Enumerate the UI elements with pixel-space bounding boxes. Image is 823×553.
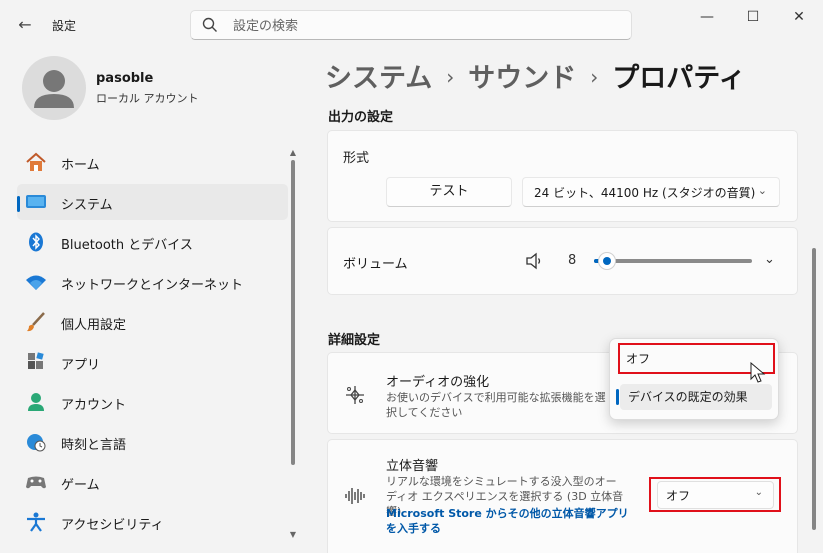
nav-item-system[interactable]: システム	[17, 184, 288, 220]
nav-item-home[interactable]: ホーム	[17, 144, 288, 180]
breadcrumb-system[interactable]: システム	[325, 63, 432, 94]
mouse-cursor-icon	[750, 362, 766, 383]
format-label: 形式	[343, 151, 370, 166]
selected-indicator	[17, 196, 20, 212]
person-icon	[34, 70, 74, 108]
nav-label: アクセシビリティ	[61, 518, 164, 533]
nav-item-personalization[interactable]: 個人用設定	[17, 304, 288, 340]
nav-label: 時刻と言語	[61, 438, 127, 453]
nav-item-bluetooth[interactable]: Bluetooth とデバイス	[17, 224, 288, 260]
bluetooth-icon	[29, 232, 43, 252]
audio-enhance-description: お使いのデバイスで利用可能な拡張機能を選択してください	[386, 391, 606, 419]
system-icon	[26, 195, 46, 208]
speaker-icon[interactable]	[525, 252, 543, 270]
nav-label: ゲーム	[61, 478, 100, 493]
nav-scrollbar-thumb[interactable]	[291, 160, 295, 465]
volume-slider-thumb[interactable]	[598, 253, 615, 269]
nav-label: Bluetooth とデバイス	[61, 238, 193, 253]
nav-label: ホーム	[61, 158, 100, 173]
breadcrumb-sound[interactable]: サウンド	[468, 63, 576, 94]
scroll-down-icon[interactable]: ▼	[289, 530, 297, 539]
section-title-advanced: 詳細設定	[328, 333, 381, 348]
chevron-down-icon[interactable]: ⌄	[764, 252, 775, 267]
maximize-button[interactable]: ☐	[730, 6, 776, 30]
user-name: pasoble	[96, 71, 154, 86]
accessibility-icon	[27, 512, 45, 532]
volume-label: ボリューム	[343, 257, 408, 272]
section-title-output: 出力の設定	[328, 110, 394, 125]
nav-item-accessibility[interactable]: アクセシビリティ	[17, 504, 288, 540]
search-icon	[202, 17, 217, 32]
nav-label: アカウント	[61, 398, 127, 413]
chevron-right-icon: ›	[446, 65, 455, 89]
chevron-down-icon: ⌄	[757, 184, 767, 197]
search-box[interactable]	[190, 10, 632, 40]
gamepad-icon	[26, 476, 46, 489]
format-dropdown[interactable]: 24 ビット、44100 Hz (スタジオの音質) ⌄	[522, 177, 780, 207]
sparkle-icon	[346, 386, 364, 404]
scroll-up-icon[interactable]: ▲	[289, 148, 297, 157]
avatar[interactable]	[22, 56, 86, 120]
nav-item-accounts[interactable]: アカウント	[17, 384, 288, 420]
back-arrow-icon[interactable]: ←	[14, 14, 36, 36]
nav-item-network[interactable]: ネットワークとインターネット	[17, 264, 288, 300]
app-title: 設定	[52, 19, 77, 33]
account-icon	[28, 393, 44, 411]
nav-item-apps[interactable]: アプリ	[17, 344, 288, 380]
minimize-button[interactable]: —	[684, 6, 730, 30]
highlight-box	[649, 477, 781, 512]
user-account-type: ローカル アカウント	[96, 92, 199, 105]
wifi-icon	[26, 275, 46, 290]
apps-icon	[28, 352, 44, 369]
chevron-right-icon: ›	[590, 65, 599, 89]
nav-label: ネットワークとインターネット	[61, 278, 244, 293]
test-button[interactable]: テスト	[386, 177, 512, 207]
volume-slider-track[interactable]	[594, 259, 752, 263]
nav-label: アプリ	[61, 358, 101, 373]
volume-value: 8	[568, 253, 577, 268]
nav-item-gaming[interactable]: ゲーム	[17, 464, 288, 500]
selected-indicator	[616, 389, 619, 405]
format-card	[327, 130, 798, 222]
close-button[interactable]: ✕	[776, 6, 822, 30]
microsoft-store-link[interactable]: Microsoft Store からその他の立体音響アプリを入手する	[386, 506, 636, 536]
menu-option-device-default[interactable]: デバイスの既定の効果	[620, 384, 772, 410]
breadcrumb: システム › サウンド › プロパティ	[325, 56, 746, 95]
audio-enhance-title: オーディオの強化	[386, 375, 490, 390]
breadcrumb-current: プロパティ	[612, 63, 746, 94]
format-value: 24 ビット、44100 Hz (スタジオの音質)	[534, 186, 756, 200]
spatial-sound-title: 立体音響	[386, 459, 439, 474]
nav-label: システム	[61, 198, 113, 213]
content-scrollbar-thumb[interactable]	[812, 248, 816, 530]
nav-label: 個人用設定	[61, 318, 127, 333]
search-input[interactable]	[231, 16, 615, 36]
clock-globe-icon	[27, 434, 46, 452]
brush-icon	[27, 312, 45, 332]
waveform-icon	[345, 488, 365, 504]
nav-item-time-language[interactable]: 時刻と言語	[17, 424, 288, 460]
home-icon	[26, 152, 46, 171]
